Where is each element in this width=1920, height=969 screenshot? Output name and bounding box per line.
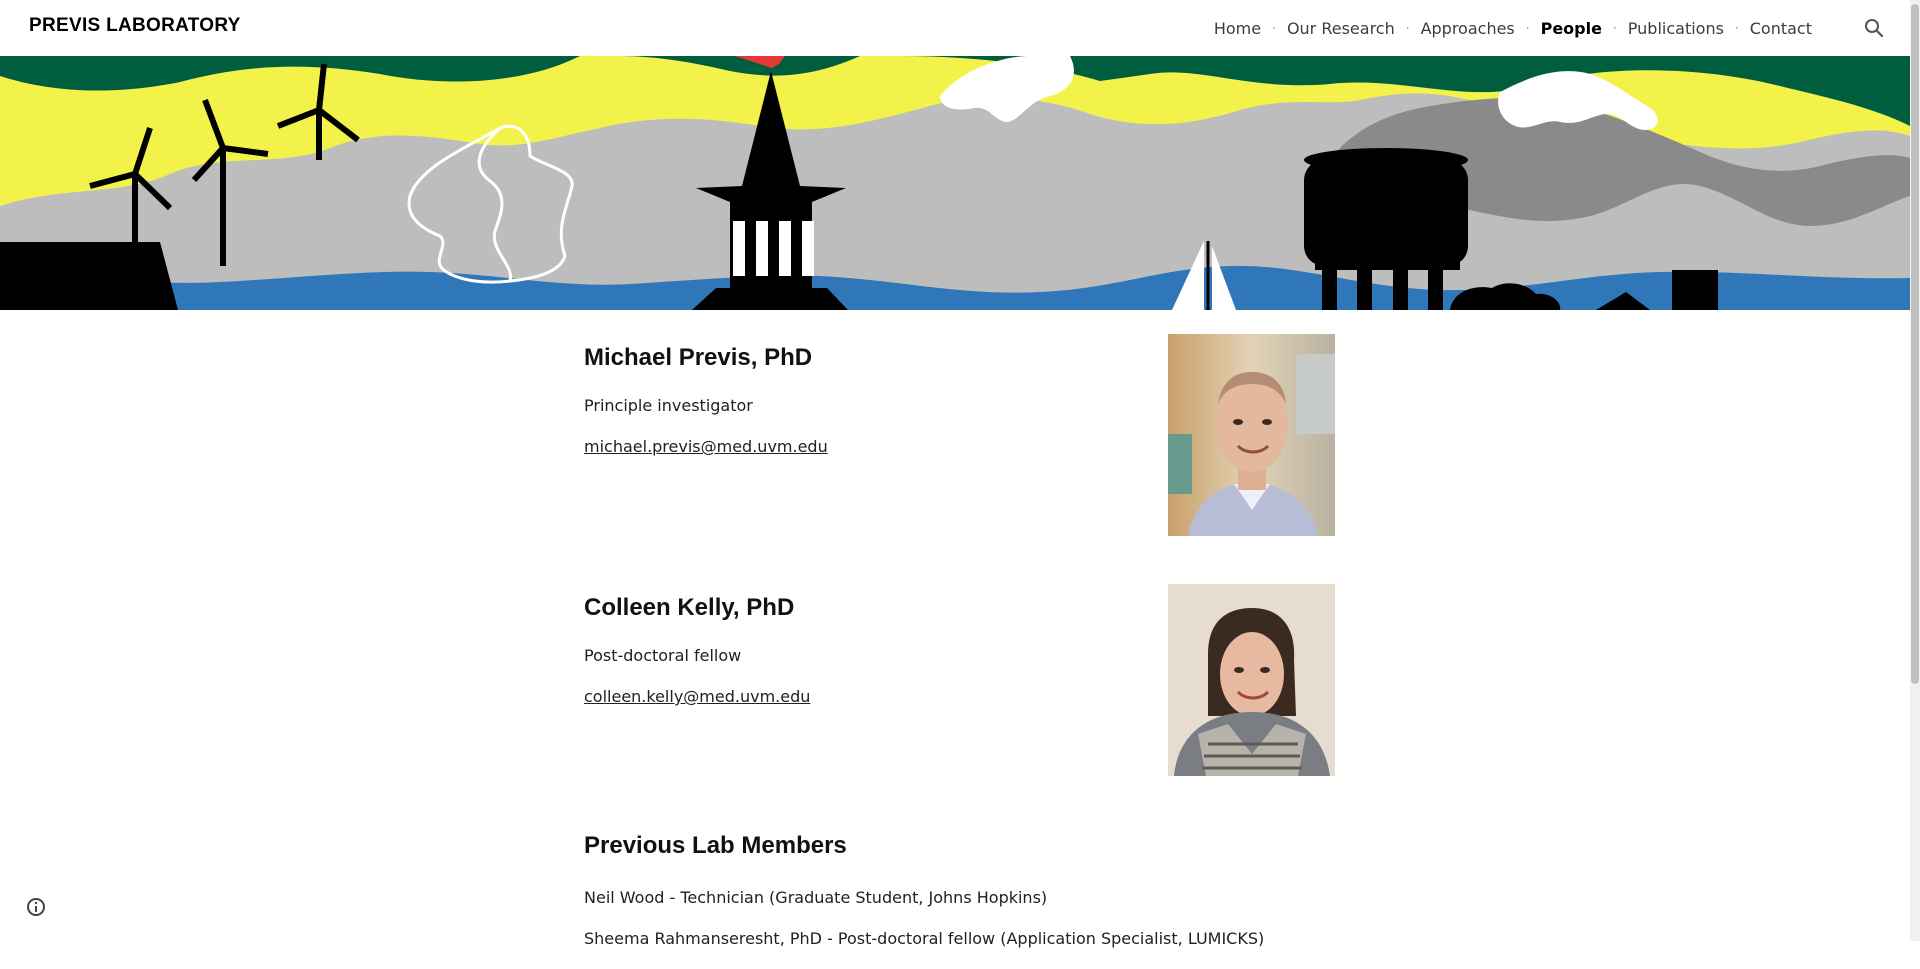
header-banner-illustration bbox=[0, 56, 1910, 310]
nav-separator: · bbox=[1405, 21, 1410, 35]
scrollbar-track[interactable] bbox=[1910, 0, 1920, 941]
person-photo bbox=[1168, 584, 1335, 776]
people-content: Michael Previs, PhD Principle investigat… bbox=[584, 310, 1336, 948]
person-role: Post-doctoral fellow bbox=[584, 646, 742, 665]
nav-our-research[interactable]: Our Research bbox=[1287, 19, 1395, 38]
person-email-link[interactable]: michael.previs@med.uvm.edu bbox=[584, 437, 828, 456]
person-name: Michael Previs, PhD bbox=[584, 344, 813, 371]
nav-contact[interactable]: Contact bbox=[1750, 19, 1812, 38]
previous-members-list: Neil Wood - Technician (Graduate Student… bbox=[584, 887, 1344, 969]
site-title[interactable]: PREVIS LABORATORY bbox=[29, 15, 241, 37]
nav-home[interactable]: Home bbox=[1214, 19, 1261, 38]
main-nav: Home · Our Research · Approaches · Peopl… bbox=[1214, 0, 1812, 56]
previous-members-title: Previous Lab Members bbox=[584, 832, 847, 859]
nav-publications[interactable]: Publications bbox=[1628, 19, 1724, 38]
list-item: Sheema Rahmanseresht, PhD - Post-doctora… bbox=[584, 929, 1265, 948]
person-photo bbox=[1168, 334, 1335, 536]
info-icon[interactable] bbox=[25, 896, 47, 918]
list-item: Neil Wood - Technician (Graduate Student… bbox=[584, 888, 1048, 907]
person-card: Colleen Kelly, PhD Post-doctoral fellow … bbox=[584, 560, 1336, 810]
person-name: Colleen Kelly, PhD bbox=[584, 594, 795, 621]
nav-separator: · bbox=[1612, 21, 1617, 35]
search-icon[interactable] bbox=[1862, 16, 1886, 40]
scrollbar-thumb[interactable] bbox=[1911, 4, 1919, 684]
nav-separator: · bbox=[1272, 21, 1276, 35]
nav-separator: · bbox=[1525, 21, 1530, 35]
site-header: PREVIS LABORATORY Home · Our Research · … bbox=[0, 0, 1910, 57]
nav-people[interactable]: People bbox=[1541, 19, 1602, 38]
nav-approaches[interactable]: Approaches bbox=[1421, 19, 1515, 38]
person-email-link[interactable]: colleen.kelly@med.uvm.edu bbox=[584, 687, 810, 706]
person-role: Principle investigator bbox=[584, 396, 753, 415]
person-card: Michael Previs, PhD Principle investigat… bbox=[584, 310, 1336, 560]
nav-separator: · bbox=[1734, 21, 1739, 35]
